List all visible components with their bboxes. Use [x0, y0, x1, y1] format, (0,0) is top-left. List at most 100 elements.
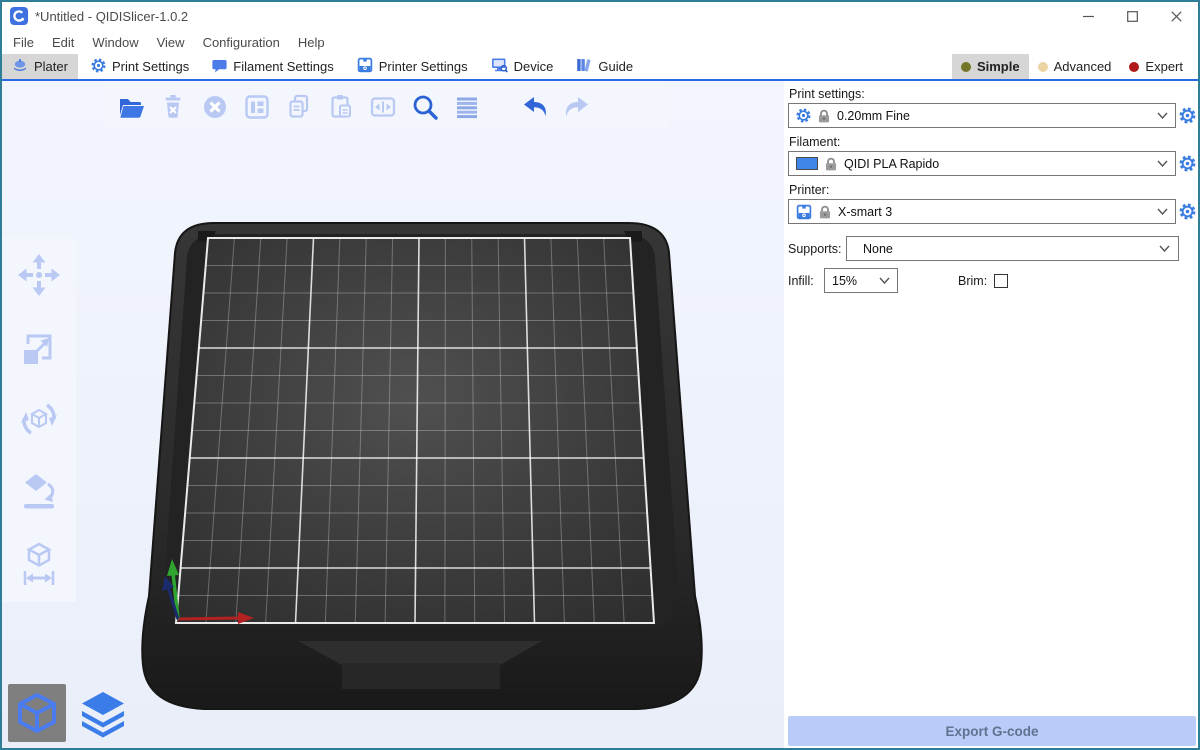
infill-combo[interactable]: 15% [824, 268, 898, 293]
chevron-down-icon [1157, 208, 1168, 215]
tabbar: Plater Print Settings Filament Settings [2, 54, 1198, 81]
menu-configuration[interactable]: Configuration [194, 32, 289, 53]
chevron-down-icon [879, 277, 890, 284]
filament-label: Filament: [789, 135, 1196, 149]
menu-window[interactable]: Window [83, 32, 147, 53]
tab-printer-settings[interactable]: Printer Settings [347, 54, 478, 79]
supports-value: None [863, 242, 893, 256]
tab-device[interactable]: Device [481, 54, 564, 79]
simple-dot-icon [961, 62, 971, 72]
menu-edit[interactable]: Edit [43, 32, 83, 53]
gear-icon [91, 58, 106, 76]
filament-value: QIDI PLA Rapido [844, 157, 939, 171]
chevron-down-icon [1157, 112, 1168, 119]
print-settings-combo[interactable]: 0.20mm Fine [788, 103, 1176, 128]
infill-label: Infill: [788, 274, 824, 288]
brim-checkbox[interactable] [994, 274, 1008, 288]
plater-icon [12, 58, 28, 76]
move-icon[interactable] [16, 252, 62, 298]
print-settings-label: Print settings: [789, 87, 1196, 101]
place-on-face-icon[interactable] [16, 468, 62, 514]
tab-print-settings[interactable]: Print Settings [81, 54, 199, 79]
paste-icon[interactable] [326, 92, 356, 122]
brim-label: Brim: [958, 274, 987, 288]
3d-viewport[interactable] [2, 81, 784, 748]
settings-sidebar: Print settings: 0.20mm Fine [784, 81, 1198, 748]
scale-icon[interactable] [16, 324, 62, 370]
maximize-icon[interactable] [1110, 2, 1154, 30]
chevron-down-icon [1157, 160, 1168, 167]
layers-list-icon[interactable] [452, 92, 482, 122]
tab-filament-settings[interactable]: Filament Settings [202, 54, 343, 79]
view-toggles [8, 684, 132, 742]
printer-bed [2, 81, 784, 748]
tab-label: Print Settings [112, 59, 189, 74]
close-icon[interactable] [1154, 2, 1198, 30]
arrange-icon[interactable] [242, 92, 272, 122]
app-logo-icon [10, 7, 28, 25]
device-icon [491, 57, 508, 76]
mode-label: Expert [1145, 59, 1183, 74]
titlebar: *Untitled - QIDISlicer-1.0.2 [2, 2, 1198, 30]
mode-label: Simple [977, 59, 1020, 74]
menu-help[interactable]: Help [289, 32, 334, 53]
tab-label: Guide [598, 59, 633, 74]
redo-icon[interactable] [562, 92, 592, 122]
tab-label: Filament Settings [233, 59, 333, 74]
chevron-down-icon [1159, 245, 1170, 252]
printer-value: X-smart 3 [838, 205, 892, 219]
tab-label: Printer Settings [379, 59, 468, 74]
printer-icon [357, 57, 373, 76]
window-title: *Untitled - QIDISlicer-1.0.2 [35, 9, 188, 24]
mode-expert[interactable]: Expert [1120, 54, 1192, 79]
gear-icon [1179, 107, 1196, 124]
advanced-dot-icon [1038, 62, 1048, 72]
tab-guide[interactable]: Guide [566, 54, 643, 79]
lock-icon [825, 157, 837, 171]
menu-file[interactable]: File [4, 32, 43, 53]
undo-icon[interactable] [520, 92, 550, 122]
printer-combo[interactable]: X-smart 3 [788, 199, 1176, 224]
mode-advanced[interactable]: Advanced [1029, 54, 1121, 79]
supports-combo[interactable]: None [846, 236, 1179, 261]
expert-dot-icon [1129, 62, 1139, 72]
export-gcode-button[interactable]: Export G-code [788, 716, 1196, 746]
search-icon[interactable] [410, 92, 440, 122]
delete-all-icon[interactable] [200, 92, 230, 122]
printer-gear-button[interactable] [1176, 203, 1196, 220]
app-window: *Untitled - QIDISlicer-1.0.2 File Edit W… [0, 0, 1200, 750]
minimize-icon[interactable] [1066, 2, 1110, 30]
filament-gear-button[interactable] [1176, 155, 1196, 172]
gear-icon [1179, 155, 1196, 172]
tab-plater[interactable]: Plater [2, 54, 78, 79]
lock-icon [818, 109, 830, 123]
supports-label: Supports: [788, 242, 846, 256]
layers-preview-icon[interactable] [74, 684, 132, 742]
printer-icon [796, 204, 812, 220]
printer-label: Printer: [789, 183, 1196, 197]
3d-editor-icon[interactable] [8, 684, 66, 742]
infill-value: 15% [832, 274, 857, 288]
print-settings-gear-button[interactable] [1176, 107, 1196, 124]
tab-label: Device [514, 59, 554, 74]
tab-label: Plater [34, 59, 68, 74]
mode-label: Advanced [1054, 59, 1112, 74]
top-toolbar [104, 85, 670, 129]
rotate-icon[interactable] [16, 396, 62, 442]
measure-icon[interactable] [16, 540, 62, 586]
left-toolbar [2, 238, 76, 602]
filament-icon [212, 58, 227, 76]
mode-simple[interactable]: Simple [952, 54, 1029, 79]
guide-icon [576, 57, 592, 76]
lock-icon [819, 205, 831, 219]
mode-switcher: Simple Advanced Expert [952, 54, 1198, 79]
filament-combo[interactable]: QIDI PLA Rapido [788, 151, 1176, 176]
menu-view[interactable]: View [148, 32, 194, 53]
gear-icon [796, 108, 811, 123]
delete-icon[interactable] [158, 92, 188, 122]
open-icon[interactable] [116, 92, 146, 122]
sequence-icon[interactable] [368, 92, 398, 122]
print-settings-value: 0.20mm Fine [837, 109, 910, 123]
menubar: File Edit Window View Configuration Help [2, 30, 1198, 54]
copy-icon[interactable] [284, 92, 314, 122]
